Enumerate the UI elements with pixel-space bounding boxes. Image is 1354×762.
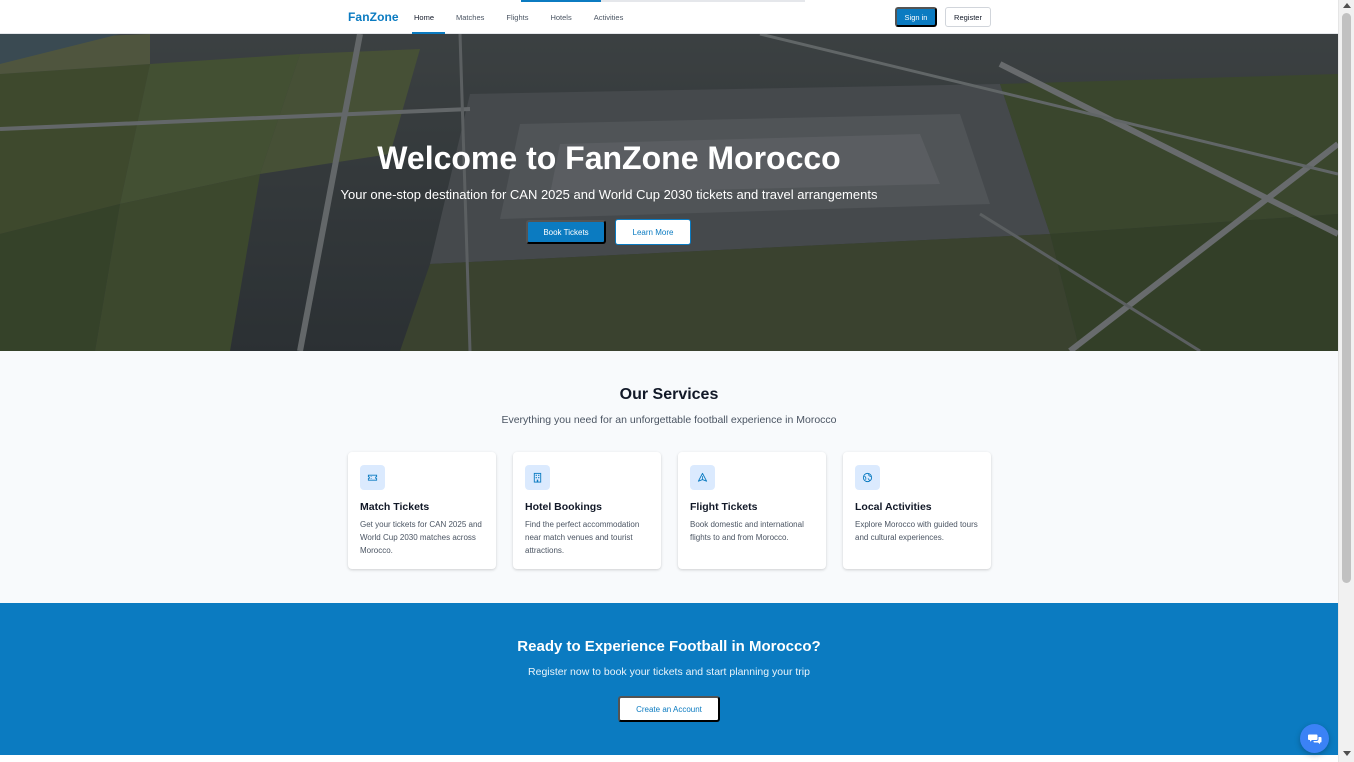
page-scrollbar[interactable] bbox=[1338, 0, 1354, 762]
service-card-match-tickets[interactable]: Match Tickets Get your tickets for CAN 2… bbox=[348, 452, 496, 569]
ticket-icon bbox=[360, 465, 385, 490]
hero-section: Welcome to FanZone Morocco Your one-stop… bbox=[0, 34, 1338, 351]
card-title: Local Activities bbox=[855, 501, 932, 513]
card-title: Flight Tickets bbox=[690, 501, 758, 513]
building-icon bbox=[525, 465, 550, 490]
globe-icon bbox=[855, 465, 880, 490]
nav-link-home[interactable]: Home bbox=[412, 0, 446, 34]
cta-subtitle: Register now to book your tickets and st… bbox=[528, 666, 810, 678]
card-description: Explore Morocco with guided tours and cu… bbox=[855, 520, 978, 542]
plane-icon bbox=[690, 465, 715, 490]
chat-button[interactable] bbox=[1300, 724, 1329, 753]
nav-link-hotels[interactable]: Hotels bbox=[539, 0, 582, 34]
nav-links: Home Matches Flights Hotels Activities bbox=[412, 0, 634, 34]
card-title: Match Tickets bbox=[360, 501, 430, 513]
card-description: Find the perfect accommodation near matc… bbox=[525, 520, 640, 555]
card-title: Hotel Bookings bbox=[525, 501, 603, 513]
services-subtitle: Everything you need for an unforgettable… bbox=[501, 414, 837, 426]
page: FanZone Home Matches Flights Hotels Acti… bbox=[0, 0, 1338, 762]
scroll-up-arrow-icon[interactable] bbox=[1343, 3, 1351, 8]
service-card-flight-tickets[interactable]: Flight Tickets Book domestic and interna… bbox=[678, 452, 826, 569]
learn-more-button[interactable]: Learn More bbox=[615, 219, 691, 245]
service-card-local-activities[interactable]: Local Activities Explore Morocco with gu… bbox=[843, 452, 991, 569]
book-tickets-button[interactable]: Book Tickets bbox=[526, 220, 606, 244]
cta-title: Ready to Experience Football in Morocco? bbox=[517, 638, 821, 655]
brand-logo[interactable]: FanZone bbox=[348, 10, 399, 24]
chat-bubbles-icon bbox=[1307, 734, 1321, 744]
register-button[interactable]: Register bbox=[945, 7, 991, 27]
sign-in-button[interactable]: Sign in bbox=[895, 7, 937, 27]
hero-title: Welcome to FanZone Morocco bbox=[377, 140, 841, 176]
scrollbar-thumb[interactable] bbox=[1342, 13, 1351, 583]
card-description: Get your tickets for CAN 2025 and World … bbox=[360, 520, 482, 555]
cta-section: Ready to Experience Football in Morocco?… bbox=[0, 603, 1338, 755]
services-section: Our Services Everything you need for an … bbox=[0, 351, 1338, 603]
navbar: FanZone Home Matches Flights Hotels Acti… bbox=[0, 0, 1338, 34]
nav-link-flights[interactable]: Flights bbox=[495, 0, 539, 34]
services-title: Our Services bbox=[619, 386, 719, 403]
service-card-hotel-bookings[interactable]: Hotel Bookings Find the perfect accommod… bbox=[513, 452, 661, 569]
nav-link-matches[interactable]: Matches bbox=[445, 0, 495, 34]
card-description: Book domestic and international flights … bbox=[690, 520, 804, 542]
nav-link-activities[interactable]: Activities bbox=[583, 0, 635, 34]
create-account-button[interactable]: Create an Account bbox=[618, 696, 720, 722]
scroll-down-arrow-icon[interactable] bbox=[1343, 751, 1351, 756]
footer-edge bbox=[0, 755, 1338, 762]
hero-subtitle: Your one-stop destination for CAN 2025 a… bbox=[340, 187, 878, 202]
